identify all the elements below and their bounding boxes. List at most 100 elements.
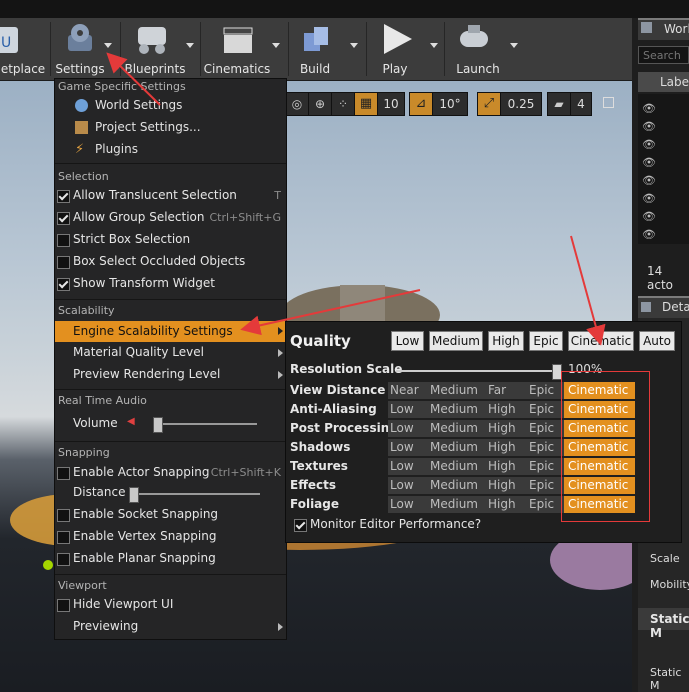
grid-snap-icon[interactable]: ▦ <box>354 92 378 116</box>
quality-level-option[interactable]: Medium <box>430 478 478 492</box>
visibility-eye-icon[interactable]: 👁 <box>642 120 656 133</box>
enable-socket-snapping-item[interactable]: Enable Socket Snapping <box>55 505 286 525</box>
world-settings-item[interactable]: World Settings <box>55 96 286 116</box>
speaker-muted-icon[interactable]: ◀ <box>127 416 135 427</box>
project-settings-item[interactable]: Project Settings... <box>55 118 286 138</box>
surface-snap-icon[interactable]: ⁘ <box>331 92 355 116</box>
blueprints-dropdown-arrow-icon[interactable] <box>186 43 194 48</box>
quality-high-button[interactable]: High <box>488 331 524 351</box>
monitor-performance-checkbox[interactable] <box>294 519 307 532</box>
cinematics-dropdown-arrow-icon[interactable] <box>272 43 280 48</box>
quality-level-option[interactable]: Low <box>390 497 414 511</box>
camera-speed-value[interactable]: 4 <box>570 92 592 116</box>
visibility-eye-icon[interactable]: 👁 <box>642 174 656 187</box>
quality-level-option[interactable]: Low <box>390 459 414 473</box>
quality-level-option[interactable]: High <box>488 421 516 435</box>
quality-level-option[interactable]: Medium <box>430 459 478 473</box>
quality-epic-button[interactable]: Epic <box>529 331 563 351</box>
build-dropdown-arrow-icon[interactable] <box>350 43 358 48</box>
perspective-icon[interactable]: ◎ <box>285 92 309 116</box>
quality-level-option[interactable]: High <box>488 440 516 454</box>
quality-level-option[interactable]: Low <box>390 421 414 435</box>
settings-button[interactable]: Settings <box>54 18 118 80</box>
visibility-eye-icon[interactable]: 👁 <box>642 102 656 115</box>
quality-level-option[interactable]: Low <box>390 440 414 454</box>
strict-box-checkbox[interactable] <box>57 234 70 247</box>
allow-translucent-checkbox[interactable] <box>57 190 70 203</box>
angle-size-value[interactable]: 10° <box>432 92 468 116</box>
enable-actor-snapping-item[interactable]: Enable Actor Snapping Ctrl+Shift+K <box>55 463 286 483</box>
enable-vertex-snapping-item[interactable]: Enable Vertex Snapping <box>55 527 286 547</box>
outliner-search-input[interactable] <box>638 46 689 64</box>
quality-level-option[interactable]: Epic <box>529 402 554 416</box>
angle-snap-icon[interactable]: ⊿ <box>409 92 433 116</box>
details-tab[interactable]: Deta <box>638 296 689 318</box>
quality-level-option[interactable]: High <box>488 402 516 416</box>
launch-dropdown-arrow-icon[interactable] <box>510 43 518 48</box>
blueprints-button[interactable]: Blueprints <box>122 18 198 80</box>
visibility-eye-icon[interactable]: 👁 <box>642 210 656 223</box>
grid-size-value[interactable]: 10 <box>377 92 405 116</box>
play-dropdown-arrow-icon[interactable] <box>430 43 438 48</box>
allow-group-selection-item[interactable]: Allow Group Selection Ctrl+Shift+G <box>55 208 286 228</box>
socket-snapping-checkbox[interactable] <box>57 509 70 522</box>
quality-level-option[interactable]: High <box>488 459 516 473</box>
volume-slider[interactable] <box>153 417 257 433</box>
quality-level-option[interactable]: Medium <box>430 383 478 397</box>
camera-speed-icon[interactable]: ▰ <box>547 92 571 116</box>
play-button[interactable]: Play <box>368 18 442 80</box>
distance-slider-handle[interactable] <box>129 487 139 503</box>
box-select-occluded-checkbox[interactable] <box>57 256 70 269</box>
quality-level-option[interactable]: Epic <box>529 478 554 492</box>
plugins-item[interactable]: ⚡ Plugins <box>55 140 286 160</box>
quality-medium-button[interactable]: Medium <box>429 331 483 351</box>
allow-group-checkbox[interactable] <box>57 212 70 225</box>
build-button[interactable]: Build <box>290 18 364 80</box>
quality-low-button[interactable]: Low <box>391 331 424 351</box>
world-outliner-tab[interactable]: Worl <box>638 18 689 40</box>
show-transform-widget-item[interactable]: Show Transform Widget <box>55 274 286 294</box>
scale-snap-icon[interactable]: ⤢ <box>477 92 501 116</box>
quality-level-option[interactable]: Medium <box>430 421 478 435</box>
cinematics-button[interactable]: Cinematics <box>202 18 286 80</box>
distance-slider[interactable] <box>129 487 260 503</box>
preview-rendering-item[interactable]: Preview Rendering Level <box>55 365 286 385</box>
quality-level-option[interactable]: Medium <box>430 402 478 416</box>
engine-scalability-settings-item[interactable]: Engine Scalability Settings <box>55 321 286 342</box>
quality-level-option[interactable]: Epic <box>529 421 554 435</box>
quality-level-option[interactable]: Near <box>390 383 419 397</box>
visibility-eye-icon[interactable]: 👁 <box>642 228 656 241</box>
enable-planar-snapping-item[interactable]: Enable Planar Snapping <box>55 549 286 569</box>
quality-level-option[interactable]: Medium <box>430 497 478 511</box>
hide-viewport-ui-checkbox[interactable] <box>57 599 70 612</box>
quality-level-option[interactable]: High <box>488 478 516 492</box>
quality-level-option[interactable]: High <box>488 497 516 511</box>
quality-level-option[interactable]: Epic <box>529 497 554 511</box>
actor-snapping-checkbox[interactable] <box>57 467 70 480</box>
quality-level-option[interactable]: Low <box>390 402 414 416</box>
show-transform-checkbox[interactable] <box>57 278 70 291</box>
globe-icon[interactable]: ⊕ <box>308 92 332 116</box>
quality-level-option[interactable]: Medium <box>430 440 478 454</box>
material-quality-item[interactable]: Material Quality Level <box>55 343 286 363</box>
allow-translucent-selection-item[interactable]: Allow Translucent Selection T <box>55 186 286 206</box>
volume-slider-handle[interactable] <box>153 417 163 433</box>
quality-auto-button[interactable]: Auto <box>639 331 675 351</box>
quality-level-option[interactable]: Epic <box>529 440 554 454</box>
hide-viewport-ui-item[interactable]: Hide Viewport UI <box>55 595 286 615</box>
box-select-occluded-item[interactable]: Box Select Occluded Objects <box>55 252 286 272</box>
visibility-eye-icon[interactable]: 👁 <box>642 192 656 205</box>
static-mesh-section-header[interactable]: Static M <box>638 608 689 640</box>
quality-level-option[interactable]: Far <box>488 383 506 397</box>
quality-level-option[interactable]: Low <box>390 478 414 492</box>
visibility-eye-icon[interactable]: 👁 <box>642 138 656 151</box>
quality-level-option[interactable]: Epic <box>529 383 554 397</box>
visibility-eye-icon[interactable]: 👁 <box>642 156 656 169</box>
resolution-scale-slider[interactable] <box>396 364 562 380</box>
maximize-icon[interactable] <box>603 97 614 108</box>
settings-dropdown-arrow-icon[interactable] <box>104 43 112 48</box>
strict-box-selection-item[interactable]: Strict Box Selection <box>55 230 286 250</box>
launch-button[interactable]: Launch <box>446 18 526 80</box>
quality-level-option[interactable]: Epic <box>529 459 554 473</box>
scale-label[interactable]: Scale <box>650 552 680 565</box>
